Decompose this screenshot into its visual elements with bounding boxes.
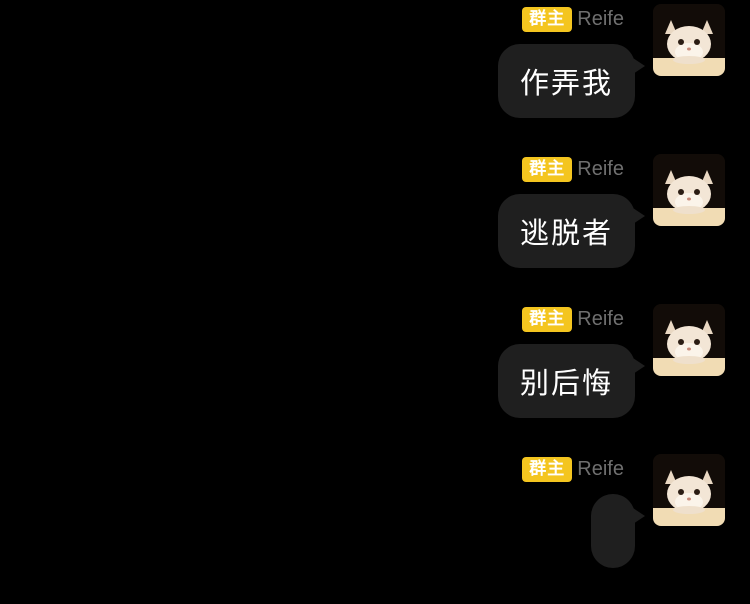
group-owner-badge: 群主	[522, 306, 573, 332]
chat-message: 群主 Reife	[0, 454, 750, 604]
chat-message: 群主 Reife 逃脱者	[0, 154, 750, 304]
cat-avatar[interactable]	[653, 154, 725, 226]
group-owner-badge: 群主	[522, 156, 573, 182]
group-owner-badge: 群主	[522, 6, 573, 32]
sender-name[interactable]: Reife	[577, 158, 624, 181]
sender-row: 群主 Reife	[522, 456, 624, 482]
message-text: 作弄我	[519, 66, 613, 100]
message-bubble[interactable]: 逃脱者	[497, 194, 645, 268]
message-bubble[interactable]: 作弄我	[497, 44, 645, 118]
bubble-tail	[633, 208, 645, 224]
bubble-tail	[633, 58, 645, 74]
sender-name[interactable]: Reife	[577, 308, 624, 331]
sender-name[interactable]: Reife	[577, 458, 624, 481]
cat-avatar[interactable]	[653, 304, 725, 376]
group-owner-badge: 群主	[522, 456, 573, 482]
bubble-tail	[633, 358, 645, 374]
chat-area: 群主 Reife 作弄我 群主 Reife 逃脱者 群主 Reife 别后悔 群…	[0, 0, 750, 568]
message-text: 别后悔	[519, 366, 613, 400]
message-bubble[interactable]: 别后悔	[497, 344, 645, 418]
cat-avatar[interactable]	[653, 4, 725, 76]
cat-avatar[interactable]	[653, 454, 725, 526]
bubble-tail	[633, 508, 645, 524]
sender-row: 群主 Reife	[522, 156, 624, 182]
sender-row: 群主 Reife	[522, 6, 624, 32]
sender-name[interactable]: Reife	[577, 8, 624, 31]
chat-message: 群主 Reife 作弄我	[0, 4, 750, 154]
message-bubble[interactable]	[591, 494, 645, 568]
sender-row: 群主 Reife	[522, 306, 624, 332]
chat-message: 群主 Reife 别后悔	[0, 304, 750, 454]
message-text: 逃脱者	[519, 216, 613, 250]
